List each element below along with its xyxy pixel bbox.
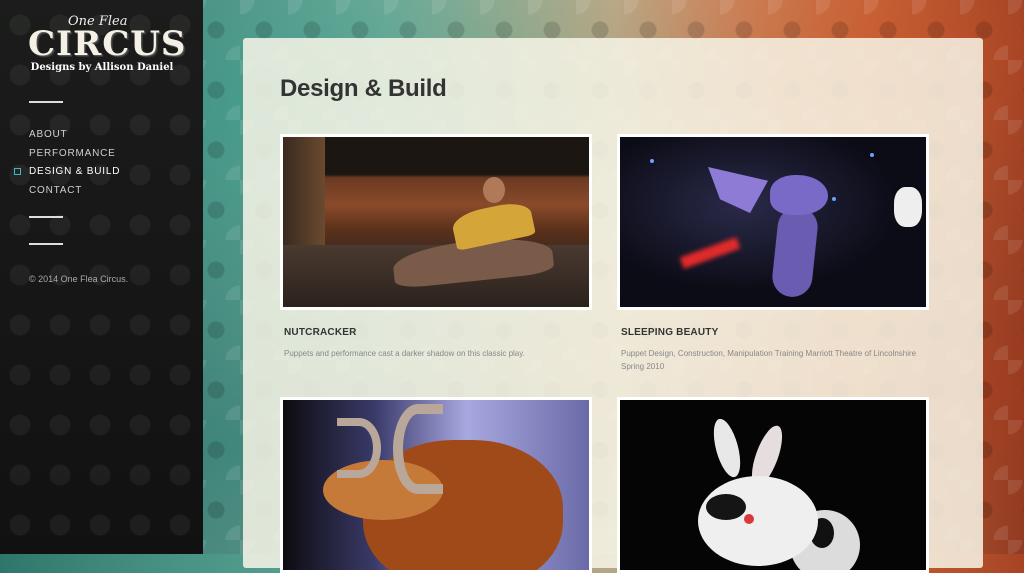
project-thumbnail[interactable] [617, 397, 929, 573]
project-thumbnail[interactable] [280, 134, 592, 310]
nav-item-label: CONTACT [29, 185, 83, 197]
copyright-text: © 2014 One Flea Circus. [29, 274, 129, 284]
rabbit-puppet-photo [620, 400, 926, 570]
project-description: Puppets and performance cast a darker sh… [284, 349, 525, 358]
logo-subtitle: Designs by Allison Daniel [30, 62, 174, 73]
logo-tagline-small: One Flea [68, 14, 128, 29]
site-logo[interactable]: One Flea CIRCUS Designs by Allison Danie… [28, 14, 187, 73]
sidebar: One Flea CIRCUS Designs by Allison Danie… [0, 0, 203, 554]
project-card-rabbit[interactable] [617, 397, 929, 573]
nutcracker-doll-photo [283, 137, 589, 307]
content-panel: Design & Build NUTCRACKER Puppets and pe… [243, 38, 983, 573]
main-nav: ABOUT PERFORMANCE DESIGN & BUILD CONTACT [14, 126, 121, 201]
dragon-puppet-photo [620, 137, 926, 307]
divider-bottom [29, 243, 63, 245]
nav-item-label: DESIGN & BUILD [29, 166, 121, 178]
nav-item-label: ABOUT [29, 129, 68, 140]
project-description: Puppet Design, Construction, Manipulatio… [621, 349, 917, 371]
page-title: Design & Build [280, 75, 447, 102]
nav-item-performance[interactable]: PERFORMANCE [29, 145, 120, 164]
project-title[interactable]: SLEEPING BEAUTY [621, 327, 929, 338]
active-marker-icon [14, 168, 21, 176]
project-card-nutcracker[interactable]: NUTCRACKER Puppets and performance cast … [280, 134, 592, 360]
project-thumbnail[interactable] [617, 134, 929, 310]
project-card-ram[interactable] [280, 397, 592, 573]
nav-item-about[interactable]: ABOUT [29, 126, 120, 145]
nav-item-label: PERFORMANCE [29, 147, 116, 159]
nav-item-design-build[interactable]: DESIGN & BUILD [14, 163, 121, 182]
project-title[interactable]: NUTCRACKER [284, 327, 592, 338]
project-card-sleeping-beauty[interactable]: SLEEPING BEAUTY Puppet Design, Construct… [617, 134, 929, 373]
project-thumbnail[interactable] [280, 397, 592, 573]
divider-middle [29, 216, 63, 218]
logo-wordmark: CIRCUS [28, 24, 187, 64]
ram-puppet-photo [283, 400, 589, 570]
nav-item-contact[interactable]: CONTACT [29, 182, 120, 201]
divider-top [29, 101, 63, 103]
